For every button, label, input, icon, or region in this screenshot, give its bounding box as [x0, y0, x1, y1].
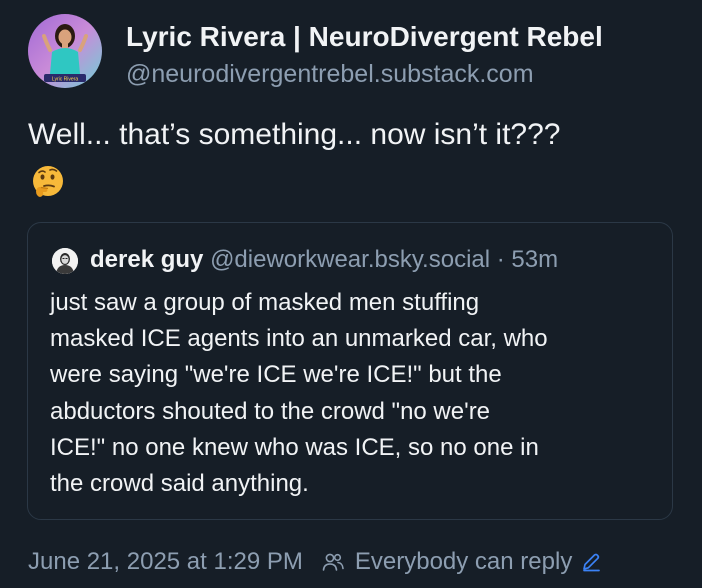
quoted-post-time[interactable]: 53m: [511, 246, 558, 273]
quoted-author-name[interactable]: derek guy: [90, 246, 203, 273]
avatar-caption: Lyric Rivera: [52, 77, 78, 83]
author-avatar[interactable]: Lyric Rivera: [28, 14, 102, 88]
quoted-author-avatar-image: [52, 248, 78, 274]
post-timestamp[interactable]: June 21, 2025 at 1:29 PM: [28, 548, 303, 576]
quoted-text-line: just saw a group of masked men stuffing: [50, 289, 480, 316]
quoted-post-text: just saw a group of masked men stuffing …: [50, 285, 660, 502]
quoted-author-avatar[interactable]: [52, 248, 78, 274]
quoted-post-header: derek guy @dieworkwear.bsky.social · 53m: [90, 246, 558, 274]
pencil-icon[interactable]: [580, 551, 602, 573]
quoted-text-line: were saying "we're ICE we're ICE!" but t…: [50, 361, 502, 389]
quoted-text-line: the crowd said anything.: [50, 470, 309, 498]
people-icon: [322, 553, 344, 571]
quoted-separator: ·: [490, 246, 512, 273]
quoted-post-card[interactable]: derek guy @dieworkwear.bsky.social · 53m…: [27, 222, 673, 520]
quoted-text-line: masked ICE agents into an unmarked car, …: [50, 325, 548, 353]
reply-setting-button[interactable]: Everybody can reply: [303, 548, 602, 576]
author-handle[interactable]: @neurodivergentrebel.substack.com: [126, 60, 534, 89]
quoted-author-handle[interactable]: @dieworkwear.bsky.social: [210, 246, 490, 273]
quoted-text-line: abductors shouted to the crowd "no we're: [50, 397, 491, 425]
reply-setting-label: Everybody can reply: [354, 548, 573, 575]
quoted-text-line: ICE!" no one knew who was ICE, so no one…: [50, 433, 539, 461]
post-text: Well... that’s something... now isn’t it…: [28, 118, 561, 151]
author-avatar-image: Lyric Rivera: [28, 14, 102, 88]
post-footer: June 21, 2025 at 1:29 PM Everybody can r…: [28, 548, 602, 576]
thinking-face-emoji: [33, 166, 63, 197]
post-thread-view: Lyric Rivera Lyric Rivera | NeuroDiverge…: [0, 0, 702, 588]
author-display-name[interactable]: Lyric Rivera | NeuroDivergent Rebel: [126, 21, 603, 53]
